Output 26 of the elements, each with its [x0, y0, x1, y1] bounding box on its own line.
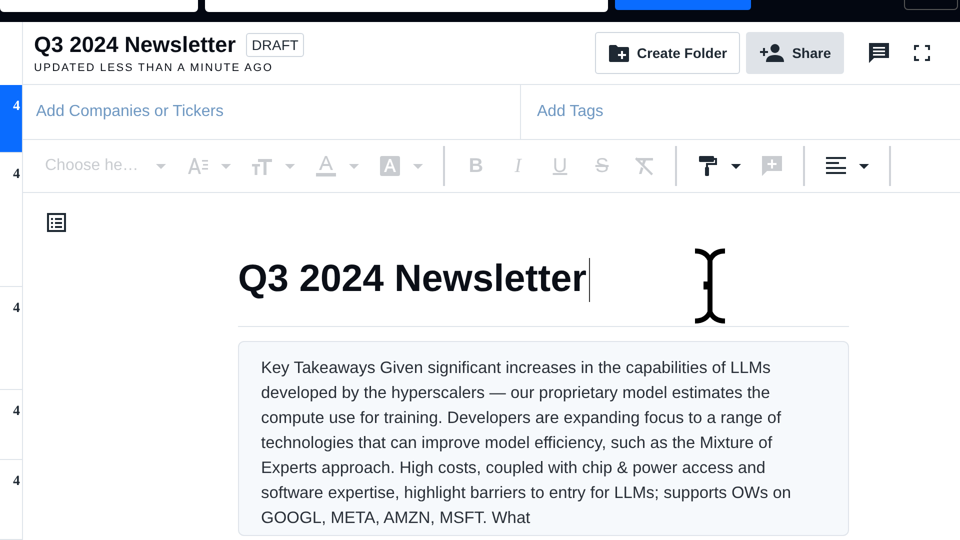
list-item[interactable]: 4 — [0, 390, 22, 460]
list-item[interactable]: 4 — [0, 85, 22, 153]
list-item[interactable]: 4 — [0, 153, 22, 287]
input-field[interactable] — [205, 0, 608, 12]
add-person-icon — [760, 44, 784, 62]
text-cursor-icon — [692, 248, 728, 324]
document-title: Q3 2024 Newsletter — [34, 32, 236, 58]
paragraph: Key Takeaways Given significant increases in the capabilities of LLMs developed by the hyperscalers — our proprietary model estimates the compute use for training. Developers are expanding focus to a range of technologies that can improve model efficiency, such as the Mixture of Experts approach. High costs, coupled with chip & power access and software expertise, highlight barriers to entry for LLMs; supports OWs on GOOGL, META, AMZN, MSFT. What — [261, 358, 792, 529]
list-item[interactable]: 4 — [0, 460, 22, 540]
outline-icon[interactable] — [47, 213, 66, 232]
list-item[interactable]: 4 — [0, 287, 22, 390]
document-heading[interactable]: Q3 2024 Newsletter — [238, 258, 587, 301]
comment-icon[interactable] — [868, 42, 890, 64]
share-button[interactable]: Share — [746, 32, 844, 74]
action-button[interactable] — [615, 0, 751, 10]
caret-icon[interactable] — [859, 164, 869, 168]
status-badge: DRAFT — [246, 33, 304, 57]
caret-icon — [156, 164, 166, 168]
folder-plus-icon — [608, 44, 629, 62]
paint-roller-icon[interactable] — [697, 155, 719, 177]
create-folder-button[interactable]: Create Folder — [594, 32, 740, 74]
align-left-icon[interactable] — [825, 155, 847, 177]
fullscreen-icon[interactable] — [914, 45, 930, 61]
updated-label: UPDATED LESS THAN A MINUTE AGO — [34, 62, 274, 74]
caret-icon[interactable] — [731, 164, 741, 168]
input-field[interactable] — [0, 0, 198, 12]
